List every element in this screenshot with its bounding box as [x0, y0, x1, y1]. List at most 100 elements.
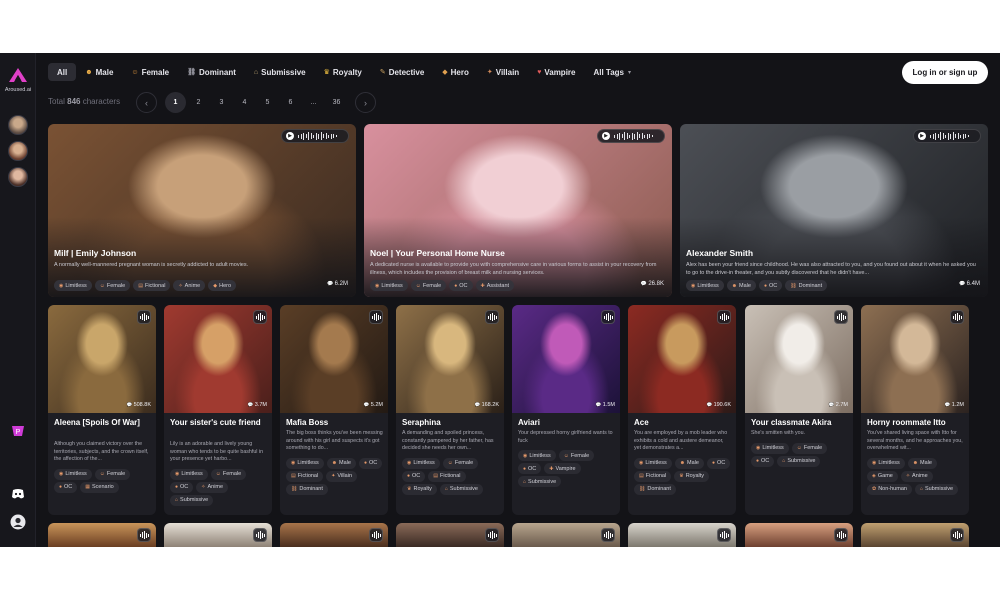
character-card[interactable]: 💬 1.2M Horny roommate Itto You've shared l… — [861, 305, 969, 515]
tag-chip[interactable]: ● OC — [54, 481, 78, 493]
tag-chip[interactable]: ● OC — [758, 280, 783, 291]
voice-waveform-icon[interactable] — [253, 528, 267, 542]
tag-chip[interactable]: ☺ Female — [94, 280, 131, 291]
tag-chip[interactable]: ◉ Limitless — [402, 457, 440, 469]
tag-chip[interactable]: ◉ Limitless — [867, 457, 905, 469]
voice-waveform-icon[interactable] — [601, 528, 615, 542]
tag-chip[interactable]: ◆ Hero — [208, 280, 237, 291]
character-card[interactable] — [280, 523, 388, 547]
tag-vampire[interactable]: ♥ Vampire — [528, 63, 584, 81]
tag-chip[interactable]: ✧ Anime — [173, 280, 206, 291]
prev-page-button[interactable]: ‹ — [136, 92, 157, 113]
discord-icon[interactable] — [10, 485, 26, 501]
voice-waveform-icon[interactable] — [717, 310, 731, 324]
tag-chip[interactable]: ◉ Limitless — [286, 457, 324, 469]
character-card[interactable]: 💬 2.7M Your classmate Akira She's smitten … — [745, 305, 853, 515]
tag-chip[interactable]: ◉ Limitless — [54, 280, 92, 291]
page-button[interactable]: 36 — [326, 92, 347, 113]
character-card[interactable] — [628, 523, 736, 547]
tag-chip[interactable]: ◉ Limitless — [370, 280, 408, 291]
voice-preview-button[interactable]: ▶ — [913, 129, 981, 143]
tag-submissive[interactable]: ⌂ Submissive — [245, 63, 315, 81]
tag-chip[interactable]: ◉ Limitless — [686, 280, 724, 291]
tag-chip[interactable]: ⌂ Submissive — [518, 476, 562, 487]
tag-chip[interactable]: ☺ Female — [94, 468, 131, 480]
character-card[interactable] — [745, 523, 853, 547]
character-card[interactable]: 💬 1.5M Aviari Your depressed horny girlfri… — [512, 305, 620, 515]
tag-chip[interactable]: ◉ Limitless — [518, 450, 556, 461]
tag-chip[interactable]: ♛ Royalty — [674, 470, 710, 482]
voice-waveform-icon[interactable] — [137, 310, 151, 324]
featured-character-card[interactable]: ▶ Noel | Your Personal Home Nurse A dedica… — [364, 124, 672, 297]
character-card[interactable] — [48, 523, 156, 547]
tag-chip[interactable]: ● OC — [358, 457, 383, 469]
tag-chip[interactable]: ✧ Anime — [196, 481, 229, 493]
tag-chip[interactable]: ⌂ Submissive — [170, 494, 214, 506]
tag-chip[interactable]: ▦ Scenario — [80, 481, 119, 493]
voice-waveform-icon[interactable] — [485, 310, 499, 324]
login-button[interactable]: Log in or sign up — [902, 61, 988, 84]
voice-waveform-icon[interactable] — [950, 528, 964, 542]
tag-chip[interactable]: ⌂ Submissive — [777, 455, 821, 467]
tag-chip[interactable]: ● OC — [706, 457, 731, 469]
page-button[interactable]: 1 — [165, 92, 186, 113]
tag-villain[interactable]: ✦ Villain — [478, 63, 528, 81]
voice-waveform-icon[interactable] — [485, 528, 499, 542]
premium-icon[interactable]: P — [10, 423, 26, 439]
tag-chip[interactable]: ● OC — [402, 470, 426, 482]
tag-chip[interactable]: ☻ Male — [907, 457, 937, 469]
user-profile-icon[interactable] — [10, 514, 26, 530]
featured-character-card[interactable]: ▶ Alexander Smith Alex has been your frien… — [680, 124, 988, 297]
page-button[interactable]: 6 — [280, 92, 301, 113]
character-card[interactable]: 💬 168.2K Seraphina A demanding and spoiled… — [396, 305, 504, 515]
tag-chip[interactable]: ◉ Limitless — [634, 457, 672, 469]
tag-chip[interactable]: ☺ Female — [210, 468, 247, 480]
tag-chip[interactable]: ▤ Fictional — [634, 470, 672, 482]
tag-chip[interactable]: ◈ Game — [867, 470, 898, 482]
voice-waveform-icon[interactable] — [834, 310, 848, 324]
tag-chip[interactable]: ⛓ Dominant — [286, 483, 328, 495]
tag-chip[interactable]: ● OC — [518, 463, 542, 474]
tag-chip[interactable]: ● OC — [449, 280, 473, 291]
tag-chip[interactable]: ☺ Female — [558, 450, 595, 461]
tag-chip[interactable]: ⛓ Dominant — [634, 483, 676, 495]
all-tags-dropdown[interactable]: All Tags ▾ — [584, 63, 640, 81]
tag-chip[interactable]: ✚ Assistant — [475, 280, 515, 291]
tag-chip[interactable]: ☻ Male — [674, 457, 704, 469]
character-card[interactable] — [861, 523, 969, 547]
tag-chip[interactable]: ▤ Fictional — [133, 280, 171, 291]
tag-chip[interactable]: ● OC — [751, 455, 775, 467]
tag-chip[interactable]: ◉ Limitless — [170, 468, 208, 480]
tag-chip[interactable]: ⌂ Submissive — [439, 483, 483, 495]
character-card[interactable]: 💬 5.2M Mafia Boss The big boss thinks you'… — [280, 305, 388, 515]
tag-chip[interactable]: ◉ Limitless — [751, 442, 789, 454]
tag-chip[interactable]: ♛ Royalty — [402, 483, 437, 495]
tag-chip[interactable]: ☺ Female — [410, 280, 447, 291]
tag-chip[interactable]: ◉ Limitless — [54, 468, 92, 480]
character-card[interactable] — [396, 523, 504, 547]
tag-chip[interactable]: ✧ Anime — [900, 470, 933, 482]
recent-chat-avatar[interactable] — [8, 167, 28, 187]
voice-waveform-icon[interactable] — [834, 528, 848, 542]
character-card[interactable]: 💬 508.8K Aleena [Spoils Of War] Although y… — [48, 305, 156, 515]
tag-chip[interactable]: ✿ Non-human — [867, 483, 912, 495]
page-button[interactable]: 4 — [234, 92, 255, 113]
tag-male[interactable]: ☻ Male — [76, 63, 122, 81]
next-page-button[interactable]: › — [355, 92, 376, 113]
tag-detective[interactable]: ✎ Detective — [371, 63, 433, 81]
tag-chip[interactable]: ⌂ Submissive — [914, 483, 959, 495]
character-card[interactable] — [164, 523, 272, 547]
voice-waveform-icon[interactable] — [601, 310, 615, 324]
recent-chat-avatar[interactable] — [8, 115, 28, 135]
page-button[interactable]: 5 — [257, 92, 278, 113]
featured-character-card[interactable]: ▶ Milf | Emily Johnson A normally well-man… — [48, 124, 356, 297]
voice-waveform-icon[interactable] — [369, 528, 383, 542]
page-button[interactable]: 2 — [188, 92, 209, 113]
page-button[interactable]: 3 — [211, 92, 232, 113]
voice-waveform-icon[interactable] — [137, 528, 151, 542]
recent-chat-avatar[interactable] — [8, 141, 28, 161]
tag-chip[interactable]: ▤ Fictional — [286, 470, 324, 482]
tag-chip[interactable]: ✚ Vampire — [544, 463, 581, 474]
tag-chip[interactable]: ☻ Male — [326, 457, 356, 469]
brand-logo-icon[interactable] — [8, 67, 28, 83]
